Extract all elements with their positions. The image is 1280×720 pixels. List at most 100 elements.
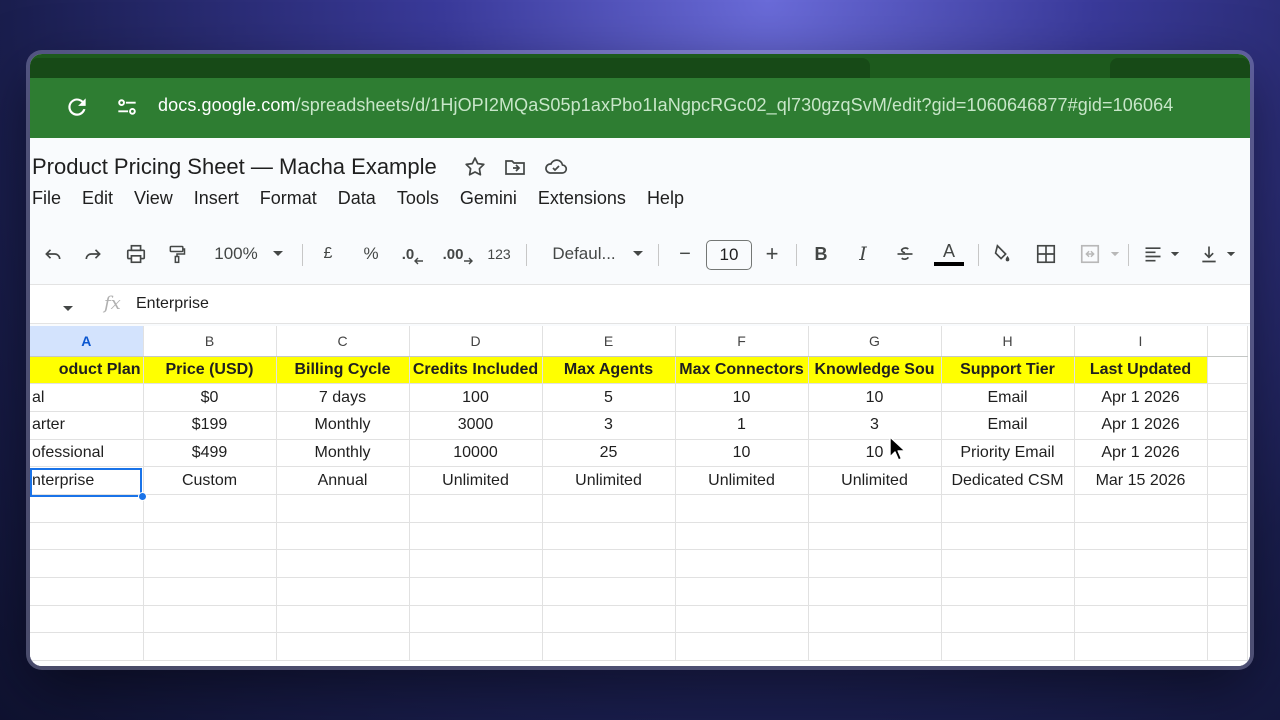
cell[interactable]: Email bbox=[941, 411, 1075, 440]
empty-cell[interactable] bbox=[143, 549, 277, 578]
menu-edit[interactable]: Edit bbox=[82, 188, 113, 209]
reload-icon[interactable] bbox=[64, 94, 90, 120]
empty-cell[interactable] bbox=[30, 494, 144, 523]
cell[interactable]: Dedicated CSM bbox=[941, 466, 1075, 495]
empty-cell[interactable] bbox=[143, 494, 277, 523]
empty-cell[interactable] bbox=[1074, 605, 1208, 634]
header-cell[interactable]: Last Updated bbox=[1074, 356, 1208, 385]
empty-cell[interactable] bbox=[276, 522, 410, 551]
column-header-b[interactable]: B bbox=[143, 326, 277, 357]
empty-cell[interactable] bbox=[1207, 466, 1248, 495]
menu-extensions[interactable]: Extensions bbox=[538, 188, 626, 209]
empty-cell[interactable] bbox=[276, 577, 410, 606]
decrease-font-size-button[interactable]: − bbox=[676, 240, 694, 268]
empty-cell[interactable] bbox=[941, 494, 1075, 523]
undo-icon[interactable] bbox=[40, 240, 66, 268]
cell[interactable]: 10 bbox=[808, 439, 942, 468]
browser-tab-new[interactable] bbox=[1110, 58, 1250, 78]
column-header-a[interactable]: A bbox=[30, 326, 144, 357]
empty-cell[interactable] bbox=[1074, 494, 1208, 523]
empty-cell[interactable] bbox=[1207, 356, 1248, 385]
empty-cell[interactable] bbox=[941, 605, 1075, 634]
sheet-grid[interactable]: A B C D E F G H Ioduct Plan Price (USD) Billing Cy… bbox=[30, 326, 1250, 666]
empty-cell[interactable] bbox=[542, 577, 676, 606]
column-header-h[interactable]: H bbox=[941, 326, 1075, 357]
fill-color-icon[interactable] bbox=[988, 240, 1016, 268]
empty-cell[interactable] bbox=[542, 605, 676, 634]
cell[interactable]: Unlimited bbox=[808, 466, 942, 495]
empty-cell[interactable] bbox=[1207, 549, 1248, 578]
borders-icon[interactable] bbox=[1032, 240, 1060, 268]
star-icon[interactable] bbox=[463, 155, 487, 179]
valign-dropdown-icon[interactable] bbox=[1224, 240, 1238, 268]
empty-cell[interactable] bbox=[276, 549, 410, 578]
empty-cell[interactable] bbox=[1207, 577, 1248, 606]
url-field[interactable]: docs.google.com/spreadsheets/d/1HjOPI2MQ… bbox=[158, 95, 1173, 116]
empty-cell[interactable] bbox=[276, 632, 410, 662]
column-header-d[interactable]: D bbox=[409, 326, 543, 357]
increase-decimal-button[interactable]: .00 bbox=[440, 240, 476, 268]
italic-button[interactable]: I bbox=[852, 240, 874, 268]
menu-help[interactable]: Help bbox=[647, 188, 684, 209]
menu-format[interactable]: Format bbox=[260, 188, 317, 209]
align-left-icon[interactable] bbox=[1140, 240, 1166, 268]
empty-cell[interactable] bbox=[542, 632, 676, 662]
cloud-saved-icon[interactable] bbox=[543, 155, 567, 179]
empty-cell[interactable] bbox=[1207, 411, 1248, 440]
empty-cell[interactable] bbox=[143, 605, 277, 634]
header-cell[interactable]: Credits Included bbox=[409, 356, 543, 385]
align-dropdown-icon[interactable] bbox=[1168, 240, 1182, 268]
empty-cell[interactable] bbox=[143, 577, 277, 606]
cell[interactable]: 3 bbox=[808, 411, 942, 440]
header-cell[interactable]: oduct Plan bbox=[30, 356, 144, 385]
fill-handle[interactable] bbox=[138, 492, 147, 501]
cell[interactable]: arter bbox=[30, 411, 144, 440]
empty-cell[interactable] bbox=[542, 549, 676, 578]
move-folder-icon[interactable] bbox=[503, 155, 527, 179]
site-info-icon[interactable] bbox=[114, 94, 140, 120]
cell[interactable]: 10000 bbox=[409, 439, 543, 468]
empty-cell[interactable] bbox=[30, 522, 144, 551]
empty-cell[interactable] bbox=[808, 494, 942, 523]
cell[interactable]: $0 bbox=[143, 383, 277, 412]
empty-cell[interactable] bbox=[1207, 605, 1248, 634]
bold-button[interactable]: B bbox=[810, 240, 832, 268]
empty-cell[interactable] bbox=[409, 549, 543, 578]
empty-cell[interactable] bbox=[30, 632, 144, 662]
merge-cells-icon[interactable] bbox=[1076, 240, 1104, 268]
vertical-align-icon[interactable] bbox=[1196, 240, 1222, 268]
header-cell[interactable]: Knowledge Sou bbox=[808, 356, 942, 385]
text-color-button[interactable]: A bbox=[932, 240, 966, 268]
empty-cell[interactable] bbox=[1207, 439, 1248, 468]
column-header-extra[interactable] bbox=[1207, 326, 1248, 357]
cell[interactable]: 3 bbox=[542, 411, 676, 440]
document-title[interactable]: Product Pricing Sheet — Macha Example bbox=[32, 154, 437, 180]
empty-cell[interactable] bbox=[941, 522, 1075, 551]
empty-cell[interactable] bbox=[675, 494, 809, 523]
empty-cell[interactable] bbox=[409, 522, 543, 551]
cell[interactable]: $499 bbox=[143, 439, 277, 468]
empty-cell[interactable] bbox=[675, 605, 809, 634]
print-icon[interactable] bbox=[122, 240, 150, 268]
empty-cell[interactable] bbox=[409, 494, 543, 523]
cell[interactable]: 10 bbox=[675, 439, 809, 468]
cell[interactable]: Priority Email bbox=[941, 439, 1075, 468]
increase-font-size-button[interactable]: + bbox=[762, 240, 782, 268]
empty-cell[interactable] bbox=[675, 549, 809, 578]
cell[interactable]: Apr 1 2026 bbox=[1074, 439, 1208, 468]
formula-input[interactable]: Enterprise bbox=[136, 295, 209, 313]
header-cell[interactable]: Support Tier bbox=[941, 356, 1075, 385]
cell[interactable]: 100 bbox=[409, 383, 543, 412]
cell[interactable]: Custom bbox=[143, 466, 277, 495]
menu-gemini[interactable]: Gemini bbox=[460, 188, 517, 209]
empty-cell[interactable] bbox=[409, 632, 543, 662]
empty-cell[interactable] bbox=[542, 522, 676, 551]
cell[interactable]: 25 bbox=[542, 439, 676, 468]
empty-cell[interactable] bbox=[30, 605, 144, 634]
empty-cell[interactable] bbox=[276, 605, 410, 634]
empty-cell[interactable] bbox=[30, 577, 144, 606]
font-size-input[interactable]: 10 bbox=[706, 240, 752, 270]
cell[interactable]: Apr 1 2026 bbox=[1074, 383, 1208, 412]
merge-dropdown-icon[interactable] bbox=[1108, 240, 1122, 268]
empty-cell[interactable] bbox=[276, 494, 410, 523]
